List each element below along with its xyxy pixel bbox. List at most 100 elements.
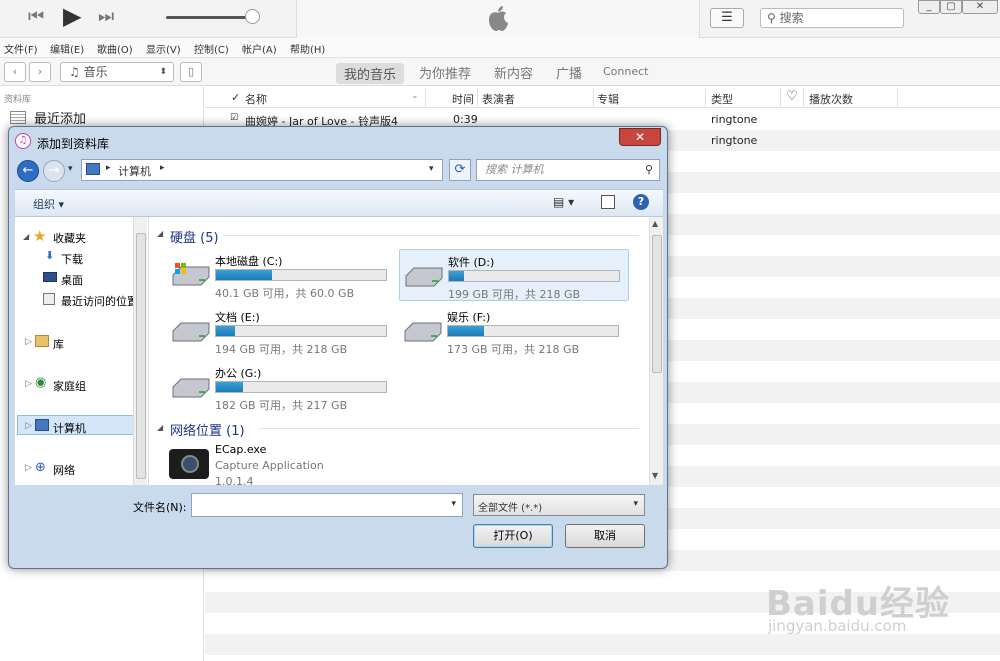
hard-drive-icon <box>172 322 210 342</box>
network-item-name: ECap.exe <box>215 443 267 456</box>
recent-pages-chevron-icon[interactable]: ▾ <box>68 164 73 174</box>
nav-favorites[interactable]: 收藏夹 <box>53 230 86 246</box>
drive-g[interactable]: 办公 (G:) 182 GB 可用，共 217 GB <box>167 361 397 413</box>
tab-new[interactable]: 新内容 <box>494 63 533 82</box>
close-window-button[interactable]: ✕ <box>962 0 998 14</box>
organize-button[interactable]: 组织 ▾ <box>33 196 64 212</box>
menu-song[interactable]: 歌曲(O) <box>97 41 133 56</box>
search-icon: ⚲ <box>767 11 776 25</box>
menu-controls[interactable]: 控制(C) <box>194 41 229 56</box>
menu-help[interactable]: 帮助(H) <box>290 41 325 56</box>
col-album[interactable]: 专辑 <box>597 91 619 107</box>
nav-downloads[interactable]: 下载 <box>61 251 83 267</box>
hard-drive-icon <box>404 322 442 342</box>
volume-slider-knob[interactable] <box>245 9 260 24</box>
expand-arrow-icon[interactable]: ▷ <box>25 463 32 473</box>
scroll-down-icon[interactable]: ▼ <box>652 471 658 480</box>
itunes-icon: ♫ <box>15 133 31 149</box>
filetype-select[interactable]: 全部文件 (*.*) ▾ <box>473 494 645 516</box>
collapse-arrow-icon[interactable]: ◢ <box>157 229 163 238</box>
computer-icon <box>35 419 49 431</box>
nav-pane-scrollbar[interactable] <box>133 217 147 485</box>
drive-d[interactable]: 软件 (D:) 199 GB 可用，共 218 GB <box>399 249 629 301</box>
library-select[interactable]: ♫ 音乐 ⬍ <box>60 62 174 82</box>
cancel-button[interactable]: 取消 <box>565 524 645 548</box>
nav-homegroup[interactable]: 家庭组 <box>53 378 86 394</box>
content-scrollbar[interactable]: ▲ ▼ <box>649 217 663 485</box>
col-artist[interactable]: 表演者 <box>482 91 515 107</box>
drive-f[interactable]: 娱乐 (F:) 173 GB 可用，共 218 GB <box>399 305 629 357</box>
drive-free-space: 173 GB 可用，共 218 GB <box>447 343 580 356</box>
content-pane: ◢ 硬盘 (5) 本地磁盘 (C:) 40.1 GB 可用，共 60.0 GB … <box>149 217 663 485</box>
menu-bar: 文件(F) 编辑(E) 歌曲(O) 显示(V) 控制(C) 帐户(A) 帮助(H… <box>0 38 1000 58</box>
computer-icon <box>86 163 100 175</box>
drive-name: 办公 (G:) <box>215 367 262 380</box>
network-locations-header[interactable]: 网络位置 (1) <box>170 420 245 439</box>
rewind-icon[interactable]: ⏮ <box>28 6 44 27</box>
search-input[interactable]: ⚲ 搜索 <box>760 8 904 28</box>
dialog-search-input[interactable]: 搜索 计算机 ⚲ <box>476 159 660 181</box>
row-checkbox[interactable]: ☑ <box>230 113 238 123</box>
collapse-arrow-icon[interactable]: ◢ <box>157 423 163 432</box>
scroll-up-icon[interactable]: ▲ <box>652 219 658 228</box>
heart-icon[interactable]: ♡ <box>786 89 798 104</box>
refresh-icon[interactable]: ⟳ <box>449 159 471 181</box>
table-row-empty <box>205 634 1000 655</box>
filetype-dropdown-icon[interactable]: ▾ <box>633 499 638 509</box>
expand-arrow-icon[interactable]: ▷ <box>25 379 32 389</box>
content-scroll-thumb[interactable] <box>652 235 662 373</box>
list-view-button[interactable]: ☰ <box>710 8 744 28</box>
tab-for-you[interactable]: 为你推荐 <box>419 63 471 82</box>
forward-arrow-icon[interactable]: → <box>43 160 65 182</box>
expand-arrow-icon[interactable]: ▷ <box>25 421 32 431</box>
maximize-button[interactable]: ▢ <box>940 0 962 14</box>
drive-e[interactable]: 文档 (E:) 194 GB 可用，共 218 GB <box>167 305 397 357</box>
nav-desktop[interactable]: 桌面 <box>61 272 83 288</box>
drive-name: 软件 (D:) <box>448 256 495 269</box>
network-item-ecap[interactable]: ECap.exe Capture Application 1.0.1.4 <box>167 441 397 485</box>
menu-edit[interactable]: 编辑(E) <box>50 41 84 56</box>
preview-pane-icon[interactable] <box>601 195 615 209</box>
filetype-value: 全部文件 (*.*) <box>478 503 543 514</box>
col-play-count[interactable]: 播放次数 <box>809 91 853 107</box>
play-icon[interactable]: ▶ <box>63 2 81 30</box>
breadcrumb-arrow-icon[interactable]: ▸ <box>160 163 165 173</box>
col-name[interactable]: 名称 <box>245 91 267 107</box>
filename-input[interactable]: ▾ <box>191 493 463 517</box>
tab-connect[interactable]: Connect <box>603 65 648 78</box>
nav-network[interactable]: 网络 <box>53 462 75 478</box>
forward-button[interactable]: › <box>29 62 51 82</box>
hard-disks-header[interactable]: 硬盘 (5) <box>170 227 219 246</box>
collapse-arrow-icon[interactable]: ◢ <box>23 232 29 241</box>
col-time[interactable]: 时间 <box>452 91 474 107</box>
drive-c[interactable]: 本地磁盘 (C:) 40.1 GB 可用，共 60.0 GB <box>167 249 397 301</box>
nav-libraries[interactable]: 库 <box>53 336 64 352</box>
device-button[interactable]: ▯ <box>180 62 202 82</box>
back-button[interactable]: ‹ <box>4 62 26 82</box>
dialog-close-button[interactable]: ✕ <box>619 128 661 146</box>
col-genre[interactable]: 类型 <box>711 91 733 107</box>
volume-slider-track[interactable] <box>166 16 254 19</box>
open-button[interactable]: 打开(O) <box>473 524 553 548</box>
nav-computer[interactable]: 计算机 <box>53 420 86 436</box>
tab-my-music[interactable]: 我的音乐 <box>336 63 405 84</box>
back-arrow-icon[interactable]: ← <box>17 160 39 182</box>
help-icon[interactable]: ? <box>633 194 649 210</box>
drive-usage-bar <box>448 270 620 282</box>
view-options-icon[interactable]: ▤ ▾ <box>553 195 574 209</box>
song-genre: ringtone <box>711 134 758 147</box>
nav-pane-scroll-thumb[interactable] <box>136 233 146 479</box>
fast-forward-icon[interactable]: ⏭ <box>98 6 114 27</box>
tab-radio[interactable]: 广播 <box>556 63 582 82</box>
address-bar[interactable]: ▸ 计算机 ▸ ▾ <box>81 159 443 181</box>
address-dropdown-icon[interactable]: ▾ <box>429 164 434 174</box>
menu-file[interactable]: 文件(F) <box>4 41 38 56</box>
dialog-toolbar: 组织 ▾ ▤ ▾ ? <box>15 189 663 217</box>
breadcrumb-computer[interactable]: 计算机 <box>118 163 151 179</box>
chevron-down-icon[interactable]: ⌄ <box>411 91 419 101</box>
minimize-button[interactable]: _ <box>918 0 940 14</box>
menu-account[interactable]: 帐户(A) <box>242 41 277 56</box>
menu-view[interactable]: 显示(V) <box>146 41 181 56</box>
filename-dropdown-icon[interactable]: ▾ <box>451 499 456 509</box>
expand-arrow-icon[interactable]: ▷ <box>25 337 32 347</box>
